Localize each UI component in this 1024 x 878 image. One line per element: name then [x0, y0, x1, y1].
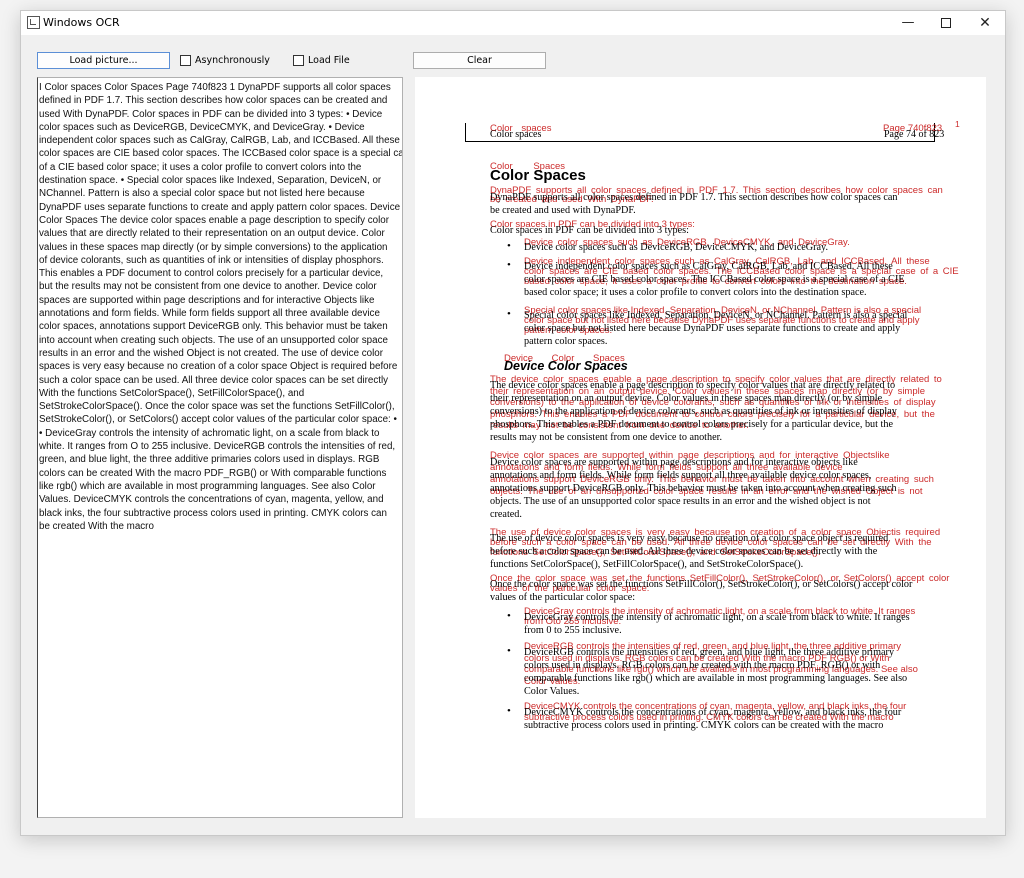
ocr-text-line: like rgb() which are available in most p…	[39, 480, 376, 492]
pdf-text-line: phosphors. This enables a PDF document t…	[490, 419, 893, 430]
pdf-text-line: pattern color spaces.	[524, 336, 608, 347]
pdf-text-line: Special color spaces like Indexed, Separ…	[524, 310, 908, 321]
pdf-text-line: Once the color space was set the functio…	[490, 579, 913, 590]
ocr-text-line: colors can be created With the macro PDF…	[39, 467, 387, 479]
clear-button[interactable]: Clear	[413, 52, 546, 69]
pdf-text-line: be created and used with DynaPDF.	[490, 205, 636, 216]
app-window: Windows OCR — ✕ Load picture... Asynchro…	[20, 10, 1006, 836]
ocr-text-line: black inks, the four subtractive process…	[39, 507, 387, 519]
app-icon	[27, 16, 40, 29]
load-file-checkbox-label: Load File	[308, 55, 350, 66]
ocr-text-line: of a CIE based color space; it uses a co…	[39, 161, 362, 173]
pdf-text-line: values of the particular color space:	[490, 592, 636, 603]
pdf-text-line: Color spaces in PDF can be divided into …	[490, 225, 689, 236]
pdf-text-line: colors used in displays. RGB colors can …	[524, 660, 881, 671]
title-bar[interactable]: Windows OCR — ✕	[21, 11, 1005, 35]
ocr-text-line: but the results may not be consistent fr…	[39, 281, 377, 293]
window-title: Windows OCR	[43, 16, 120, 29]
pdf-text-line: DeviceGray controls the intensity of ach…	[524, 612, 910, 623]
ocr-text-line: SetStrokeColorSpace(). Once the color sp…	[39, 401, 395, 413]
ocr-text-line: color spaces such as DeviceRGB, DeviceCM…	[39, 121, 365, 133]
pdf-text-line: color spaces are CIE based color spaces.…	[524, 274, 905, 285]
ocr-text-line: Color Spaces The device color spaces ena…	[39, 214, 389, 226]
pdf-text-line: Color spaces	[490, 129, 542, 140]
ocr-text-line: spaces are supported within page descrip…	[39, 294, 375, 306]
ocr-text-line: of device colorants, such as quantities …	[39, 254, 384, 266]
image-preview: Color spaces Page 740f823 1 Color spaces Pag…	[415, 77, 986, 818]
pdf-text-line: color space but not listed here because …	[524, 323, 901, 334]
pdf-text-line: subtractive process colors used in print…	[524, 720, 884, 731]
bullet-mark: •	[507, 705, 511, 717]
async-checkbox-box[interactable]	[180, 55, 191, 66]
ocr-text-line: NChannel. Pattern is also a special colo…	[39, 188, 365, 200]
pdf-text-line: before such a color space can be used. A…	[490, 546, 878, 557]
pdf-text-line: their representation on an output device…	[490, 393, 883, 404]
ocr-text-line: I Color spaces Color Spaces Page 740f823…	[39, 82, 391, 93]
pdf-text-line: The use of device color spaces is very e…	[490, 533, 889, 544]
ocr-text-line: color spaces are CIE based color spaces.…	[39, 148, 403, 160]
ocr-text-line: used With DynaPDF. Color spaces in PDF c…	[39, 108, 383, 120]
ocr-text-line: annotations and form fields. While form …	[39, 308, 380, 320]
ocr-overlay-text: 1	[955, 119, 960, 129]
bullet-mark: •	[507, 308, 511, 320]
pdf-text-line: The device color spaces enable a page de…	[490, 380, 896, 391]
load-file-checkbox[interactable]: Load File	[293, 55, 350, 66]
ocr-text-line: green, and blue light, the three additiv…	[39, 454, 380, 466]
pdf-text-line: DynaPDF supports all color spaces define…	[490, 192, 898, 203]
pdf-text-line: Device color spaces such as DeviceRGB, D…	[524, 242, 829, 253]
ocr-text-line: This enables a PDF document to control c…	[39, 268, 384, 280]
pdf-text-line: DeviceRGB controls the intensities of re…	[524, 647, 895, 658]
ocr-text-line: • DeviceGray controls the intensity of a…	[39, 427, 380, 439]
pdf-text-line: annotations support DeviceRGB only. This…	[490, 483, 897, 494]
maximize-button[interactable]	[927, 11, 965, 35]
pdf-text-line: objects. The use of an unsupported color…	[490, 496, 871, 507]
ocr-text-line: be created With the macro	[39, 520, 154, 532]
pdf-text-line: conversions) to the application of devic…	[490, 406, 897, 417]
ocr-text-line: results in an error and the wished Objec…	[39, 347, 383, 359]
pdf-text-line: results may not be consistent from one d…	[490, 432, 722, 443]
ocr-text-line: defined in PDF 1.7. This section describ…	[39, 95, 388, 107]
pdf-heading: Color Spaces	[490, 167, 586, 184]
pdf-text-line: Color Values.	[524, 686, 580, 697]
pdf-heading: Device Color Spaces	[504, 359, 628, 373]
pdf-text-line: based color space; it uses a color profi…	[524, 287, 867, 298]
minimize-button[interactable]: —	[889, 11, 927, 35]
pdf-text-line: Device color spaces are supported within…	[490, 457, 858, 468]
ocr-text-line: DynaPDF uses separate functions to creat…	[39, 201, 401, 213]
ocr-result-textbox[interactable]: I Color spaces Color Spaces Page 740f823…	[37, 77, 403, 818]
load-picture-button[interactable]: Load picture...	[37, 52, 170, 69]
async-checkbox-label: Asynchronously	[195, 55, 270, 66]
ocr-text-line: spaces is very easy because no creation …	[39, 361, 398, 373]
ocr-text-line: such a color space can be used. All thre…	[39, 374, 389, 386]
maximize-icon	[941, 17, 951, 28]
pdf-text-line: comparable functions like rgb() which ar…	[524, 673, 908, 684]
load-file-checkbox-box[interactable]	[293, 55, 304, 66]
ocr-text-line: SetStrokeColor(), or SetColors() accept …	[39, 414, 397, 426]
bullet-mark: •	[507, 240, 511, 252]
close-button[interactable]: ✕	[966, 11, 1004, 35]
bullet-mark: •	[507, 645, 511, 657]
bullet-mark: •	[507, 610, 511, 622]
pdf-text-line: from 0 to 255 inclusive.	[524, 625, 622, 636]
ocr-text-line: independent color spaces such as CalGray…	[39, 135, 400, 147]
pdf-text-line: DeviceCMYK controls the concentrations o…	[524, 707, 902, 718]
ocr-text-line: destination space. • Special color space…	[39, 175, 382, 187]
pdf-text-line: created.	[490, 509, 522, 520]
ocr-text-line: white. It ranges from O to 255 inclusive…	[39, 441, 396, 453]
ocr-text-line: values in these spaces map directly (or …	[39, 241, 388, 253]
pdf-text-line: functions SetColorSpace(), SetFillColorS…	[490, 559, 804, 570]
pdf-text-line: annotations and form fields. While form …	[490, 470, 872, 481]
ocr-text-line: values that are directly related to thei…	[39, 228, 385, 240]
ocr-text-line: With the functions SetColorSpace(), SetF…	[39, 387, 305, 399]
ocr-text-line: Values. DeviceCMYK controls the concentr…	[39, 494, 384, 506]
ocr-text-line: color spaces, annotations support Device…	[39, 321, 388, 333]
async-checkbox[interactable]: Asynchronously	[180, 55, 270, 66]
pdf-text-line: Page 74 of 823	[884, 129, 945, 140]
ocr-text-line: into account when creating such objects.…	[39, 334, 388, 346]
bullet-mark: •	[507, 259, 511, 271]
pdf-text-line: Device independent color spaces such as …	[524, 261, 893, 272]
